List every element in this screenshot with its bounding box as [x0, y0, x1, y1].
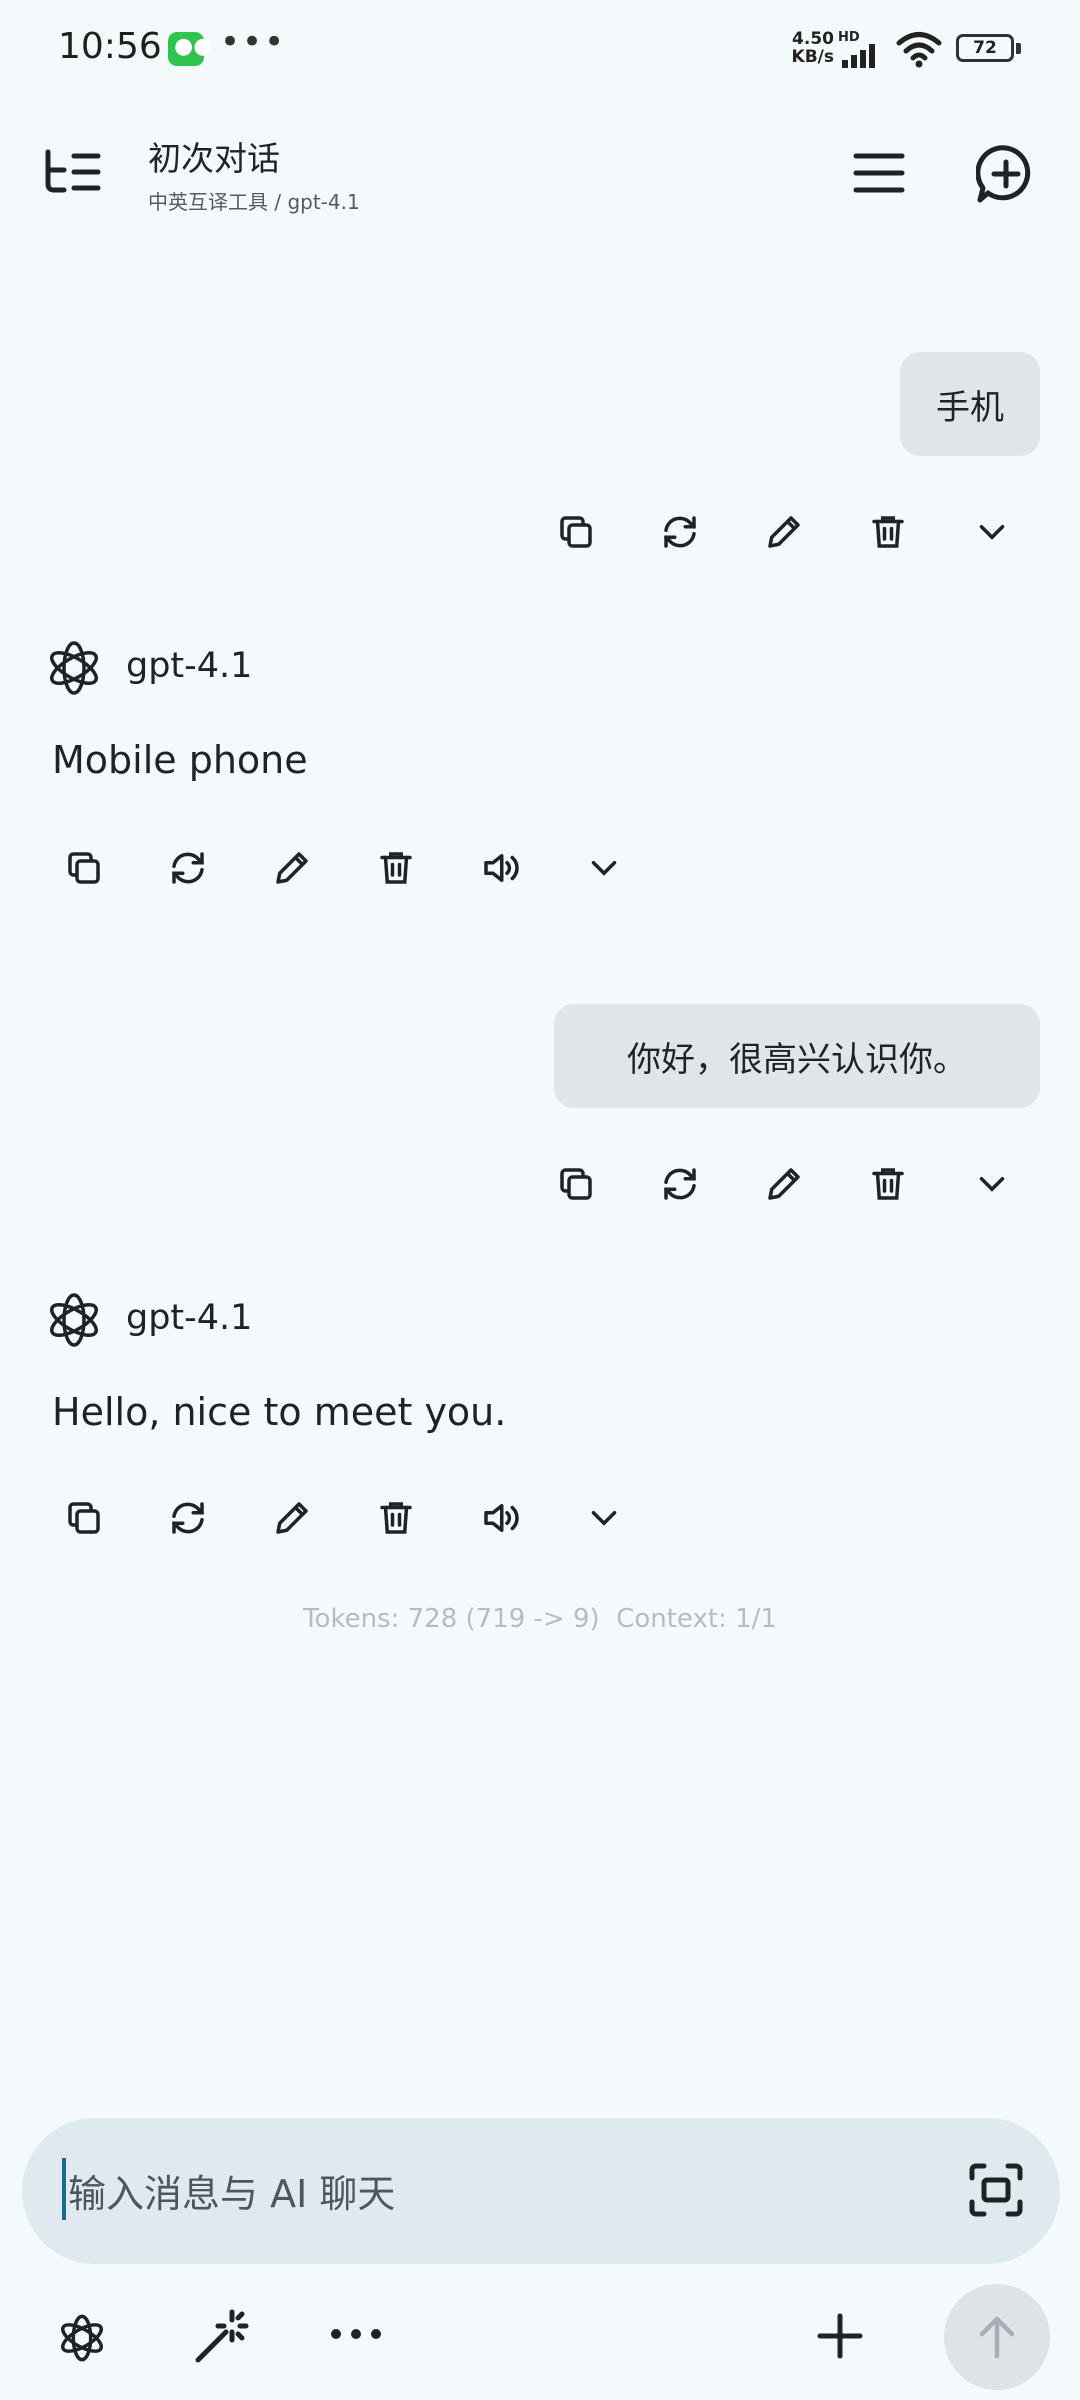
assistant-message-actions	[54, 838, 634, 898]
openai-logo-icon	[50, 1293, 98, 1347]
battery-icon: 72	[956, 34, 1014, 62]
trash-icon[interactable]	[366, 1488, 426, 1548]
status-time: 10:56	[58, 26, 162, 67]
model-name: gpt-4.1	[126, 1298, 253, 1338]
copy-icon[interactable]	[546, 502, 606, 562]
magic-wand-icon[interactable]	[192, 2308, 250, 2366]
status-more-icon: •••	[220, 22, 287, 62]
user-message-actions	[546, 502, 1022, 562]
user-message-text: 你好，很高兴认识你。	[627, 1039, 967, 1080]
assistant-message-text[interactable]: Hello, nice to meet you.	[52, 1390, 506, 1434]
speaker-icon[interactable]	[470, 838, 530, 898]
openai-logo-icon	[50, 641, 98, 695]
openai-logo-icon[interactable]	[56, 2312, 108, 2364]
hd-indicator: HD	[838, 30, 860, 45]
user-message-actions	[546, 1154, 1022, 1214]
token-usage: Tokens: 728 (719 -> 9) Context: 1/1	[303, 1604, 777, 1634]
text-caret	[62, 2158, 66, 2220]
scan-icon[interactable]	[966, 2160, 1026, 2220]
message-input-placeholder: 输入消息与 AI 聊天	[68, 2172, 396, 2216]
trash-icon[interactable]	[858, 502, 918, 562]
pencil-icon[interactable]	[754, 502, 814, 562]
regenerate-icon[interactable]	[158, 1488, 218, 1548]
wifi-icon	[896, 32, 942, 68]
user-message-bubble[interactable]: 手机	[900, 352, 1040, 456]
battery-level: 72	[973, 38, 997, 58]
copy-icon[interactable]	[546, 1154, 606, 1214]
chevron-down-icon[interactable]	[962, 502, 1022, 562]
pencil-icon[interactable]	[262, 838, 322, 898]
regenerate-icon[interactable]	[650, 1154, 710, 1214]
speaker-icon[interactable]	[470, 1488, 530, 1548]
arrow-up-icon	[979, 2316, 1015, 2359]
regenerate-icon[interactable]	[650, 502, 710, 562]
signal-icon	[842, 44, 875, 68]
more-options-icon[interactable]	[330, 2326, 382, 2342]
plus-icon[interactable]	[816, 2312, 864, 2360]
assistant-message-actions	[54, 1488, 634, 1548]
new-chat-icon[interactable]	[976, 144, 1036, 204]
pencil-icon[interactable]	[754, 1154, 814, 1214]
hamburger-menu-icon[interactable]	[852, 150, 906, 196]
wechat-notification-icon: ●●	[168, 32, 212, 66]
page-title: 初次对话	[148, 139, 280, 178]
regenerate-icon[interactable]	[158, 838, 218, 898]
copy-icon[interactable]	[54, 1488, 114, 1548]
chevron-down-icon[interactable]	[574, 1488, 634, 1548]
network-speed: 4.50 KB/s	[782, 30, 834, 66]
page-subtitle: 中英互译工具 / gpt-4.1	[148, 190, 360, 214]
trash-icon[interactable]	[858, 1154, 918, 1214]
copy-icon[interactable]	[54, 838, 114, 898]
battery-tip	[1016, 43, 1021, 54]
chevron-down-icon[interactable]	[574, 838, 634, 898]
trash-icon[interactable]	[366, 838, 426, 898]
model-name: gpt-4.1	[126, 646, 253, 686]
chevron-down-icon[interactable]	[962, 1154, 1022, 1214]
pencil-icon[interactable]	[262, 1488, 322, 1548]
assistant-message-text[interactable]: Mobile phone	[52, 738, 308, 782]
network-speed-value: 4.50	[792, 29, 834, 49]
network-speed-unit: KB/s	[791, 47, 834, 67]
sidebar-icon[interactable]	[42, 148, 104, 196]
user-message-bubble[interactable]: 你好，很高兴认识你。	[554, 1004, 1040, 1108]
user-message-text: 手机	[936, 387, 1004, 428]
